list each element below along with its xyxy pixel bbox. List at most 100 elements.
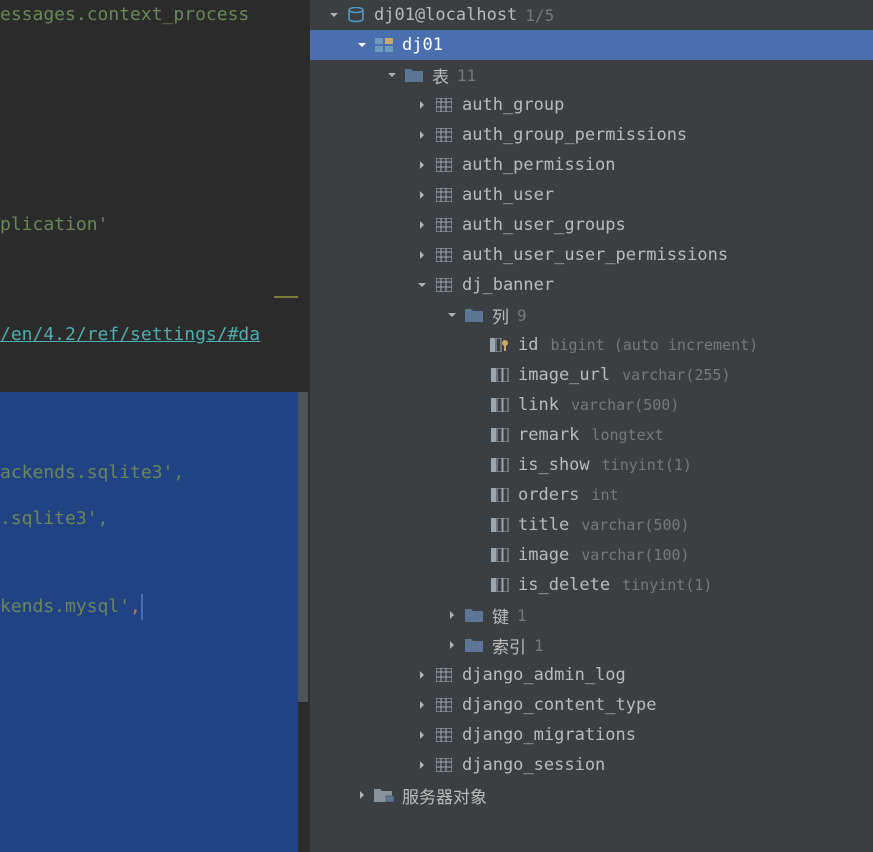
folder-count: 11 [457,66,476,85]
server-objects-node[interactable]: 服务器对象 [310,780,873,810]
code-line[interactable]: kends.mysql', [0,584,298,630]
table-label: auth_group_permissions [462,125,687,145]
column-type: bigint (auto increment) [550,336,758,354]
folder-icon [404,67,424,83]
folder-label: 键 [492,603,509,628]
table-label: django_admin_log [462,665,626,685]
chevron-right-icon[interactable] [416,189,428,201]
table-node-expanded[interactable]: dj_banner [310,270,873,300]
table-icon [434,757,454,773]
table-label: auth_user [462,185,554,205]
chevron-right-icon[interactable] [416,729,428,741]
chevron-right-icon[interactable] [416,669,428,681]
column-icon [490,397,510,413]
column-icon [490,547,510,563]
folder-count: 1 [517,606,527,625]
chevron-right-icon[interactable] [416,129,428,141]
table-icon [434,697,454,713]
table-label: django_migrations [462,725,636,745]
folder-icon [464,607,484,623]
chevron-down-icon[interactable] [416,279,428,291]
database-tree-panel: dj01@localhost 1/5 dj01 表 11 auth_groupa… [308,0,873,852]
column-type: varchar(500) [571,396,679,414]
table-label: django_content_type [462,695,656,715]
connection-label: dj01@localhost [374,5,517,25]
chevron-right-icon[interactable] [416,759,428,771]
column-icon [490,457,510,473]
chevron-down-icon[interactable] [328,9,340,21]
chevron-right-icon[interactable] [356,789,368,801]
chevron-down-icon[interactable] [446,309,458,321]
column-label: is_delete [518,575,610,595]
columns-folder-node[interactable]: 列 9 [310,300,873,330]
vertical-scrollbar[interactable] [298,392,308,702]
table-node[interactable]: django_admin_log [310,660,873,690]
chevron-right-icon[interactable] [446,609,458,621]
table-node[interactable]: auth_user_user_permissions [310,240,873,270]
table-label: auth_permission [462,155,616,175]
column-type: varchar(255) [622,366,730,384]
chevron-down-icon[interactable] [356,39,368,51]
db-schema-node[interactable]: dj01 [310,30,873,60]
table-node[interactable]: django_migrations [310,720,873,750]
column-label: link [518,395,559,415]
code-line[interactable]: ackends.sqlite3', [0,450,298,496]
chevron-right-icon[interactable] [416,219,428,231]
column-node[interactable]: is_showtinyint(1) [310,450,873,480]
indexes-folder-node[interactable]: 索引 1 [310,630,873,660]
table-icon [434,127,454,143]
folder-label: 列 [492,303,509,328]
folder-label: 表 [432,63,449,88]
chevron-right-icon[interactable] [416,159,428,171]
chevron-right-icon[interactable] [446,639,458,651]
column-node[interactable]: remarklongtext [310,420,873,450]
code-line[interactable]: .sqlite3', [0,496,298,542]
folder-count: 9 [517,306,527,325]
column-icon [490,577,510,593]
table-label: django_session [462,755,605,775]
column-type: tinyint(1) [622,576,712,594]
table-node[interactable]: django_session [310,750,873,780]
table-icon [434,157,454,173]
folder-icon [464,307,484,323]
column-node[interactable]: is_delete tinyint(1) [310,570,873,600]
column-icon [490,517,510,533]
server-folder-icon [374,787,394,803]
column-node[interactable]: titlevarchar(500) [310,510,873,540]
column-icon [490,367,510,383]
column-node[interactable]: imagevarchar(100) [310,540,873,570]
column-label: image_url [518,365,610,385]
keys-folder-node[interactable]: 键 1 [310,600,873,630]
chevron-right-icon[interactable] [416,99,428,111]
gutter-mark [274,296,298,298]
server-objects-label: 服务器对象 [402,783,487,808]
column-node[interactable]: image_url varchar(255) [310,360,873,390]
table-node[interactable]: auth_permission [310,150,873,180]
table-label: dj_banner [462,275,554,295]
column-node[interactable]: link varchar(500) [310,390,873,420]
folder-count: 1 [534,636,544,655]
selected-code-block[interactable]: ackends.sqlite3', .sqlite3', kends.mysql… [0,392,298,852]
table-node[interactable]: auth_group [310,90,873,120]
column-node[interactable]: idbigint (auto increment) [310,330,873,360]
table-icon [434,187,454,203]
column-icon [490,487,510,503]
table-node[interactable]: django_content_type [310,690,873,720]
connection-count: 1/5 [525,6,554,25]
table-node[interactable]: auth_user [310,180,873,210]
table-node[interactable]: auth_group_permissions [310,120,873,150]
chevron-right-icon[interactable] [416,699,428,711]
code-line[interactable]: /en/4.2/ref/settings/#da [0,320,308,350]
chevron-down-icon[interactable] [386,69,398,81]
code-line[interactable]: plication' [0,210,308,240]
chevron-right-icon[interactable] [416,249,428,261]
table-node[interactable]: auth_user_groups [310,210,873,240]
column-node[interactable]: ordersint [310,480,873,510]
db-connection-node[interactable]: dj01@localhost 1/5 [310,0,873,30]
column-icon [490,427,510,443]
primary-key-column-icon [490,337,510,353]
tables-folder-node[interactable]: 表 11 [310,60,873,90]
schema-icon [374,37,394,53]
code-line[interactable]: essages.context_process [0,0,308,30]
table-icon [434,217,454,233]
